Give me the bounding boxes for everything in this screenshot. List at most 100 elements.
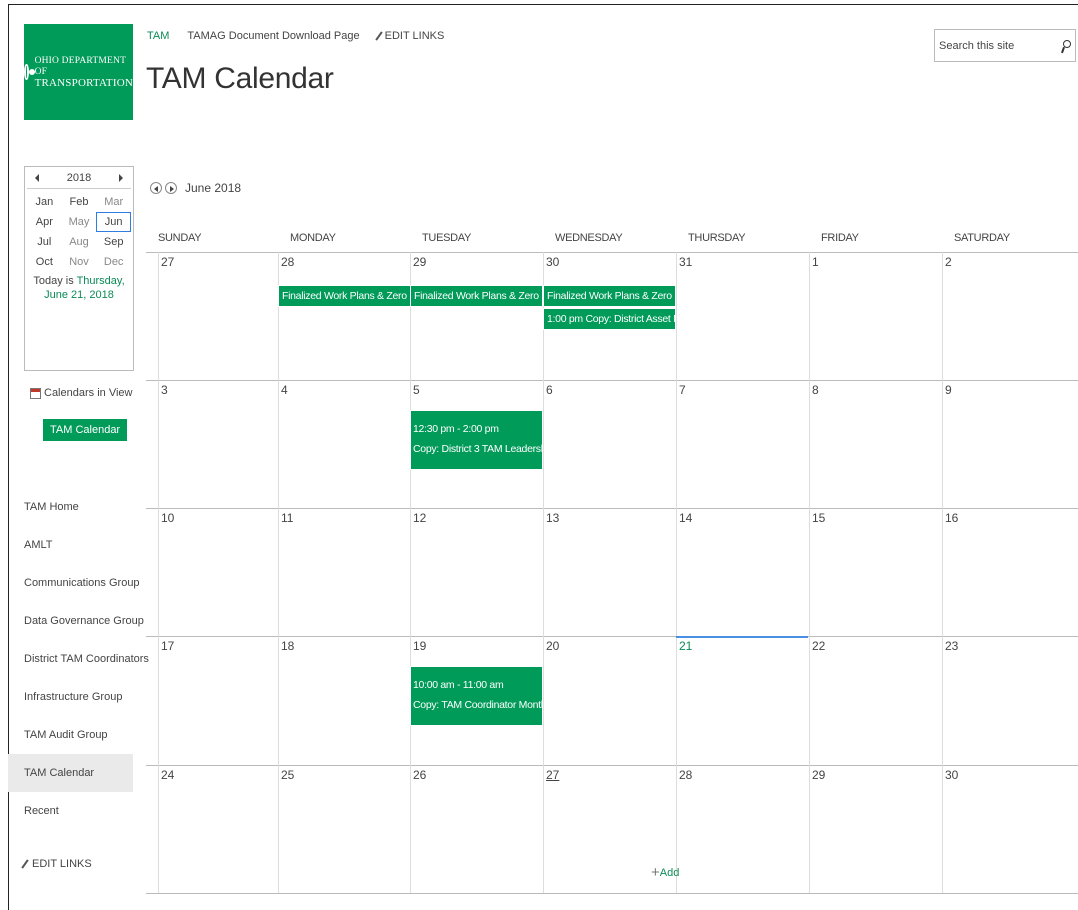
today-indicator: Today is Thursday, June 21, 2018 <box>25 274 133 302</box>
day-number[interactable]: 1 <box>812 255 819 269</box>
day-number[interactable]: 6 <box>546 383 553 397</box>
day-number[interactable]: 27 <box>161 255 174 269</box>
day-column-border <box>676 252 677 894</box>
today-prefix: Today is <box>33 275 77 287</box>
month-grid: Jan Feb Mar Apr May Jun Jul Aug Sep Oct Nov Dec <box>25 189 133 272</box>
month-jun[interactable]: Jun <box>96 212 131 232</box>
top-nav: TAM TAMAG Document Download Page EDIT LI… <box>147 30 444 42</box>
today-highlight <box>676 636 808 638</box>
day-number[interactable]: 3 <box>161 383 168 397</box>
day-number[interactable]: 27 <box>546 768 559 782</box>
plus-icon: + <box>651 864 660 881</box>
calendar-icon <box>30 387 41 399</box>
day-number[interactable]: 9 <box>945 383 952 397</box>
day-number[interactable]: 15 <box>812 511 825 525</box>
nav-item-tam-audit-group[interactable]: TAM Audit Group <box>22 716 133 754</box>
day-number[interactable]: 26 <box>413 768 426 782</box>
day-header-thursday: THURSDAY <box>688 232 746 244</box>
nav-item-tam-home[interactable]: TAM Home <box>22 488 133 526</box>
day-header-sunday: SUNDAY <box>158 232 202 244</box>
calendar-event[interactable]: 10:00 am - 11:00 am Copy: TAM Coordinator… <box>410 666 543 726</box>
nav-item-communications-group[interactable]: Communications Group <box>22 564 140 602</box>
search-input[interactable] <box>939 39 1049 52</box>
calendar-event[interactable]: Finalized Work Plans & Zero Based <box>278 285 411 307</box>
day-number[interactable]: 14 <box>679 511 692 525</box>
month-mar[interactable]: Mar <box>96 192 131 212</box>
day-number[interactable]: 10 <box>161 511 174 525</box>
week-row-border <box>146 252 1078 253</box>
topnav-edit-links[interactable]: EDIT LINKS <box>374 30 445 42</box>
month-jan[interactable]: Jan <box>27 192 62 212</box>
day-column-border <box>158 252 159 894</box>
day-number[interactable]: 25 <box>281 768 294 782</box>
event-title: Finalized Work Plans & Zero Based <box>282 290 410 302</box>
day-number[interactable]: 28 <box>281 255 294 269</box>
day-number[interactable]: 30 <box>945 768 958 782</box>
day-number[interactable]: 16 <box>945 511 958 525</box>
day-number[interactable]: 17 <box>161 639 174 653</box>
calendar-event[interactable]: 12:30 pm - 2:00 pm Copy: District 3 TAM L… <box>410 410 543 470</box>
calendar-event[interactable]: 1:00 pm Copy: District Asset Manage <box>543 308 676 330</box>
day-number[interactable]: 13 <box>546 511 559 525</box>
day-number[interactable]: 4 <box>281 383 288 397</box>
nav-item-district-tam-coordinators[interactable]: District TAM Coordinators <box>22 640 149 678</box>
month-oct[interactable]: Oct <box>27 252 62 272</box>
day-number[interactable]: 5 <box>413 383 420 397</box>
day-number[interactable]: 29 <box>413 255 426 269</box>
day-header-friday: FRIDAY <box>821 232 859 244</box>
left-edit-links[interactable]: EDIT LINKS <box>21 858 92 870</box>
week-row-border <box>146 765 1078 766</box>
topnav-tamag-download[interactable]: TAMAG Document Download Page <box>187 30 359 42</box>
day-number[interactable]: 18 <box>281 639 294 653</box>
day-number[interactable]: 11 <box>281 511 293 525</box>
nav-item-tam-calendar[interactable]: TAM Calendar <box>8 754 133 792</box>
day-number[interactable]: 7 <box>679 383 686 397</box>
day-number[interactable]: 22 <box>812 639 825 653</box>
day-number[interactable]: 29 <box>812 768 825 782</box>
day-header-monday: MONDAY <box>290 232 336 244</box>
calendars-in-view[interactable]: Calendars in View <box>30 387 132 399</box>
next-year-icon[interactable] <box>118 173 123 182</box>
day-number[interactable]: 23 <box>945 639 958 653</box>
topnav-tam[interactable]: TAM <box>147 30 169 42</box>
mini-calendar: 2018 Jan Feb Mar Apr May Jun Jul Aug Sep Oct Nov De… <box>24 166 134 371</box>
day-number[interactable]: 12 <box>413 511 426 525</box>
month-may[interactable]: May <box>62 212 97 232</box>
week-row-border <box>146 380 1078 381</box>
month-apr[interactable]: Apr <box>27 212 62 232</box>
day-number[interactable]: 31 <box>679 255 692 269</box>
day-number[interactable]: 2 <box>945 255 952 269</box>
add-event-link[interactable]: +Add <box>651 864 679 881</box>
odot-logo[interactable]: OHIO DEPARTMENT OF TRANSPORTATION <box>24 24 133 120</box>
next-month-icon[interactable] <box>165 182 177 194</box>
nav-item-recent[interactable]: Recent <box>22 792 133 830</box>
nav-item-infrastructure-group[interactable]: Infrastructure Group <box>22 678 133 716</box>
month-jul[interactable]: Jul <box>27 232 62 252</box>
day-column-border <box>809 252 810 894</box>
day-headers: SUNDAY MONDAY TUESDAY WEDNESDAY THURSDAY FRID… <box>158 232 1078 252</box>
day-number[interactable]: 21 <box>679 639 692 653</box>
month-nov[interactable]: Nov <box>62 252 97 272</box>
day-number[interactable]: 24 <box>161 768 174 782</box>
tam-calendar-badge[interactable]: TAM Calendar <box>43 419 128 441</box>
nav-item-data-governance-group[interactable]: Data Governance Group <box>22 602 144 640</box>
left-nav: TAM Home AMLT Communications Group Data Gov… <box>8 488 149 830</box>
day-number[interactable]: 8 <box>812 383 819 397</box>
prev-year-icon[interactable] <box>35 173 39 182</box>
search-icon[interactable] <box>1059 38 1071 54</box>
week-row-border <box>146 508 1078 509</box>
day-number[interactable]: 20 <box>546 639 559 653</box>
calendar-event[interactable]: Finalized Work Plans & Zero Based <box>410 285 543 307</box>
nav-item-amlt[interactable]: AMLT <box>22 526 133 564</box>
day-number[interactable]: 19 <box>413 639 426 653</box>
topnav-edit-links-label: EDIT LINKS <box>384 30 445 42</box>
month-aug[interactable]: Aug <box>62 232 97 252</box>
month-dec[interactable]: Dec <box>96 252 131 272</box>
month-feb[interactable]: Feb <box>62 192 97 212</box>
prev-month-icon[interactable] <box>150 182 162 194</box>
calendar-event[interactable]: Finalized Work Plans & Zero Based <box>543 285 676 307</box>
day-number[interactable]: 28 <box>679 768 692 782</box>
month-sep[interactable]: Sep <box>96 232 131 252</box>
day-number[interactable]: 30 <box>546 255 559 269</box>
logo-line1: OHIO DEPARTMENT OF <box>34 55 126 77</box>
